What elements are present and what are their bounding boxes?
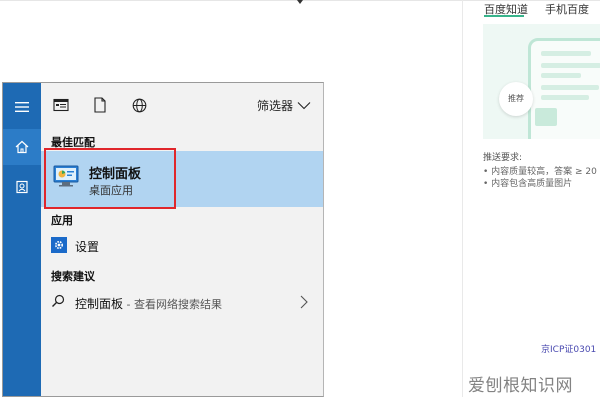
app-label: 设置 xyxy=(75,240,100,254)
chevron-down-icon xyxy=(297,101,311,109)
recommend-badge: 推荐 xyxy=(499,82,533,116)
filter-toolbar: 筛选器 xyxy=(41,83,323,127)
document-icon xyxy=(16,180,28,194)
search-icon xyxy=(52,294,65,307)
file-icon xyxy=(94,97,106,113)
phone-line xyxy=(541,51,591,56)
documents-button[interactable] xyxy=(3,169,41,205)
globe-icon xyxy=(132,98,146,112)
start-sidebar xyxy=(3,83,41,396)
image-placeholder-icon xyxy=(535,108,557,126)
chevron-right-icon[interactable] xyxy=(299,295,309,309)
suggestion-suffix: - 查看网络搜索结果 xyxy=(123,298,222,311)
suggestion-label: 控制面板 xyxy=(75,297,124,311)
phone-line xyxy=(541,95,589,100)
home-icon xyxy=(15,140,29,154)
site-watermark: 爱刨根知识网 xyxy=(468,376,573,396)
phone-line xyxy=(541,73,581,78)
cursor-icon xyxy=(297,0,303,4)
documents-filter-button[interactable] xyxy=(90,95,110,115)
web-filter-button[interactable] xyxy=(129,95,149,115)
start-search-panel: 筛选器 最佳匹配 控制面板 桌面应用 应用 设置 搜索建议 控制面板 - 查看网… xyxy=(2,82,324,397)
column-divider xyxy=(462,0,463,397)
app-item-settings[interactable]: 设置 xyxy=(41,233,323,259)
filter-dropdown[interactable]: 筛选器 xyxy=(257,95,311,115)
apps-filter-button[interactable] xyxy=(51,95,71,115)
filter-label: 筛选器 xyxy=(256,98,293,113)
suggestion-text: 控制面板 - 查看网络搜索结果 xyxy=(75,295,222,312)
section-apps: 应用 xyxy=(51,214,73,227)
requirement-item: • 内容包含高质量图片 xyxy=(483,179,573,189)
requirements-title: 推送要求: xyxy=(483,153,523,163)
section-search-suggestions: 搜索建议 xyxy=(51,270,95,283)
phone-line xyxy=(541,63,600,68)
tab-mobile-baidu[interactable]: 手机百度 xyxy=(545,1,589,17)
phone-line xyxy=(541,85,599,90)
search-suggestion-item[interactable]: 控制面板 - 查看网络搜索结果 xyxy=(41,289,323,315)
promo-card: 推荐 xyxy=(483,24,600,139)
menu-icon xyxy=(15,102,29,112)
gear-icon xyxy=(51,237,67,253)
highlight-annotation-box xyxy=(44,148,176,209)
menu-button[interactable] xyxy=(3,89,41,125)
apps-icon xyxy=(53,98,69,112)
home-button[interactable] xyxy=(3,129,41,165)
active-tab-indicator xyxy=(484,15,524,17)
icp-link[interactable]: 京ICP证0301 xyxy=(541,342,596,355)
